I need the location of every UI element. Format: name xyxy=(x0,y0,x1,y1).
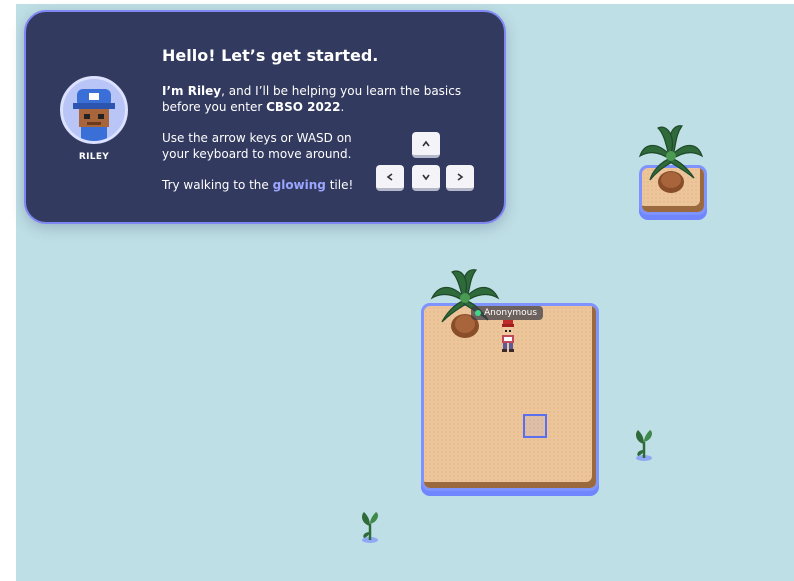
glowing-tile[interactable] xyxy=(523,414,547,438)
online-status-dot xyxy=(475,310,481,316)
player-avatar[interactable] xyxy=(498,320,518,354)
player-nametag: Anonymous xyxy=(471,306,544,320)
riley-portrait-icon xyxy=(73,89,115,141)
arrow-left-key[interactable] xyxy=(376,165,404,191)
card-title: Hello! Let’s get started. xyxy=(162,46,379,65)
space-name: CBSO 2022 xyxy=(266,100,341,114)
arrow-down-key[interactable] xyxy=(412,165,440,191)
sprout-icon xyxy=(362,512,378,543)
movement-hint: Use the arrow keys or WASD on your keybo… xyxy=(162,131,352,161)
goal-suffix: tile! xyxy=(325,178,354,192)
intro-text: I’m Riley, and I’ll be helping you learn… xyxy=(162,83,462,115)
chevron-left-icon xyxy=(386,172,393,181)
palm-tree-icon xyxy=(638,125,704,193)
chevron-up-icon xyxy=(422,140,430,146)
player-name: Anonymous xyxy=(484,308,538,318)
goal-text: Try walking to the glowing tile! xyxy=(162,177,382,193)
chevron-right-icon xyxy=(457,172,464,181)
goal-highlight: glowing xyxy=(272,178,326,192)
arrow-up-key[interactable] xyxy=(412,132,440,158)
goal-prefix: Try walking to the xyxy=(162,178,273,192)
arrow-right-key[interactable] xyxy=(446,165,474,191)
guide-name: RILEY xyxy=(78,152,110,162)
chevron-down-icon xyxy=(422,174,430,180)
riley-avatar xyxy=(60,76,128,144)
intro-suffix: . xyxy=(340,100,345,114)
sprout-icon xyxy=(636,430,652,461)
intro-name: I’m Riley xyxy=(162,84,222,98)
onboarding-card: RILEY Hello! Let’s get started. I’m Rile… xyxy=(24,10,506,224)
